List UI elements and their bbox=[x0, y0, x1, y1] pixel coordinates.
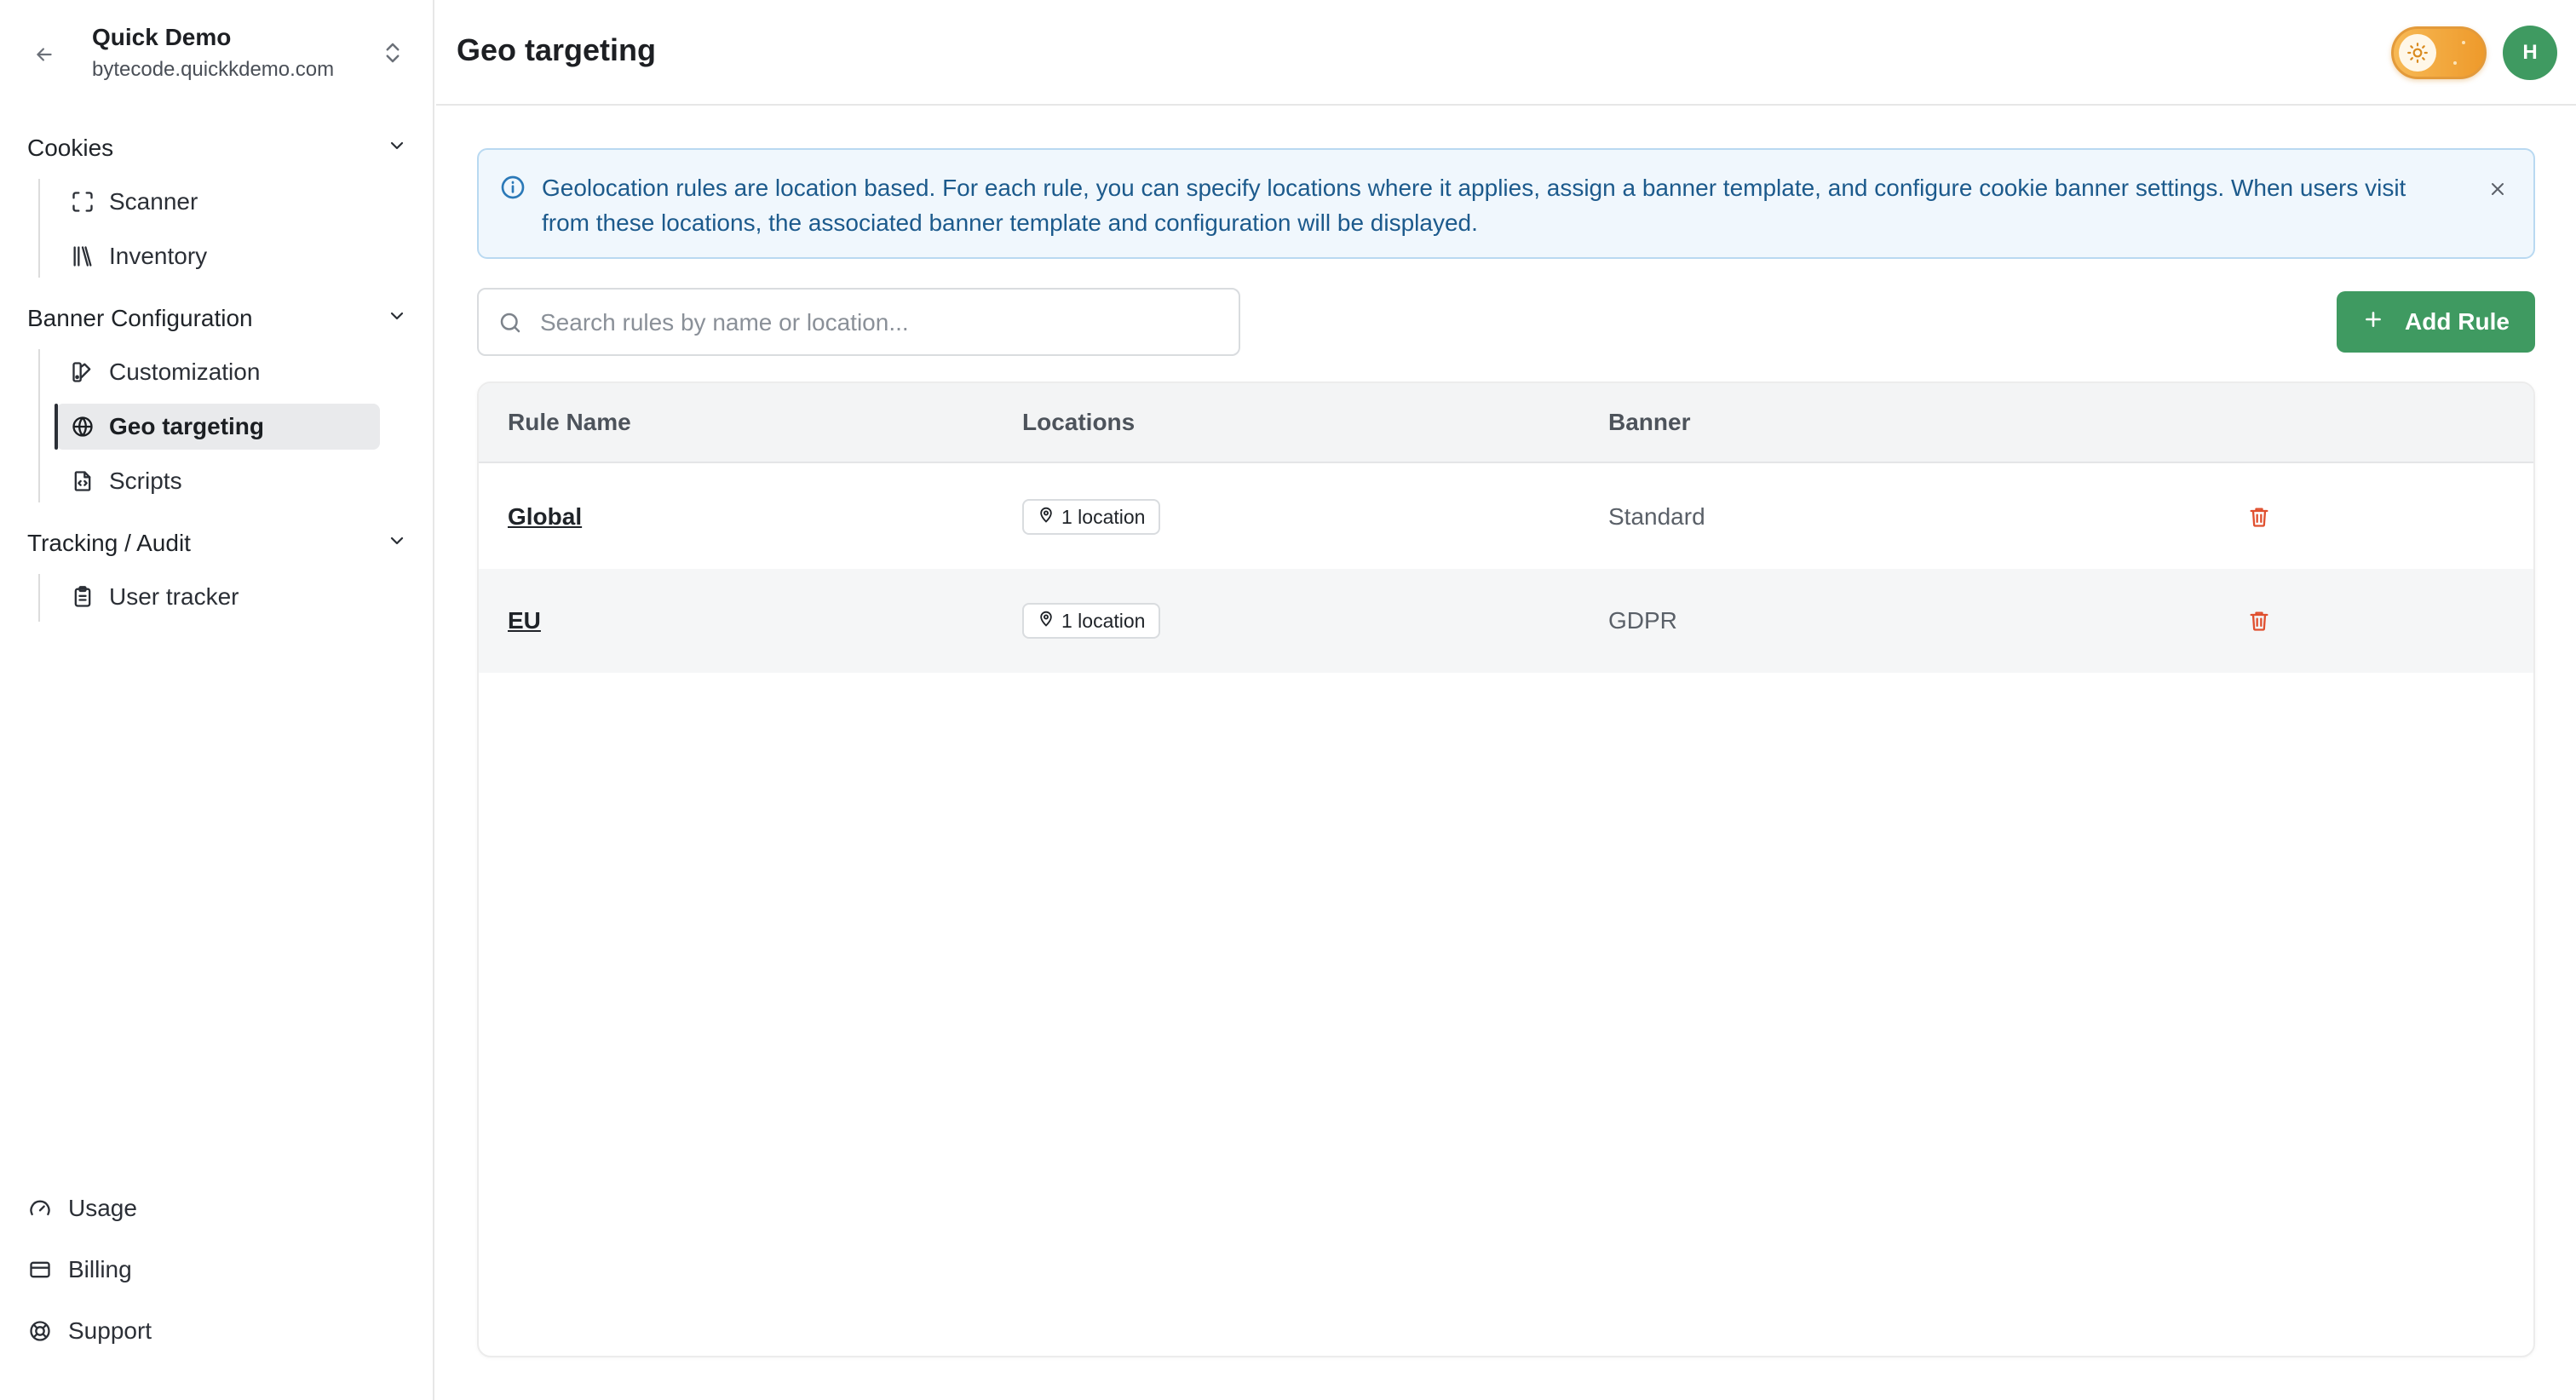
clipboard-icon bbox=[70, 584, 95, 610]
column-header-banner: Banner bbox=[1608, 409, 1691, 435]
column-header-rule-name: Rule Name bbox=[508, 409, 631, 435]
sidebar-item-label: Scripts bbox=[109, 468, 182, 494]
location-badge[interactable]: 1 location bbox=[1022, 499, 1161, 535]
trash-icon[interactable] bbox=[2242, 604, 2276, 638]
chevron-down-icon bbox=[387, 530, 407, 557]
sidebar-item-label: Support bbox=[68, 1317, 152, 1344]
sidebar-item-customization[interactable]: Customization bbox=[56, 349, 380, 395]
rule-name-link[interactable]: Global bbox=[508, 503, 582, 531]
nav-group-banner-configuration[interactable]: Banner Configuration bbox=[27, 300, 407, 337]
rules-table: Rule Name Locations Banner Global 1 loca… bbox=[477, 382, 2535, 1357]
decorative-dot bbox=[2453, 61, 2457, 65]
search-input[interactable] bbox=[540, 301, 1222, 344]
table-header: Rule Name Locations Banner bbox=[479, 383, 2533, 463]
workspace-header: Quick Demo bytecode.quickkdemo.com bbox=[0, 0, 433, 106]
map-pin-icon bbox=[1038, 610, 1055, 633]
decorative-dot bbox=[2462, 41, 2465, 44]
sidebar-item-usage[interactable]: Usage bbox=[27, 1187, 368, 1230]
sidebar-item-scripts[interactable]: Scripts bbox=[56, 458, 380, 504]
page-title: Geo targeting bbox=[457, 32, 657, 67]
sidebar-item-label: User tracker bbox=[109, 583, 239, 610]
sidebar-item-label: Inventory bbox=[109, 243, 208, 269]
sidebar-item-billing[interactable]: Billing bbox=[27, 1248, 368, 1291]
sidebar-item-user-tracker[interactable]: User tracker bbox=[56, 574, 380, 620]
map-pin-icon bbox=[1038, 506, 1055, 529]
sidebar-item-support[interactable]: Support bbox=[27, 1310, 368, 1352]
column-header-locations: Locations bbox=[1022, 409, 1136, 435]
close-icon[interactable] bbox=[2481, 172, 2515, 206]
theme-toggle[interactable] bbox=[2391, 26, 2487, 79]
add-rule-label: Add Rule bbox=[2405, 308, 2510, 335]
add-rule-button[interactable]: Add Rule bbox=[2337, 291, 2535, 353]
banner-value: GDPR bbox=[1608, 607, 1677, 634]
avatar[interactable]: H bbox=[2503, 26, 2557, 80]
nav-group-cookies[interactable]: Cookies bbox=[27, 129, 407, 167]
rule-name-link[interactable]: EU bbox=[508, 607, 541, 634]
sidebar-item-label: Usage bbox=[68, 1195, 137, 1221]
workspace-domain: bytecode.quickkdemo.com bbox=[92, 58, 335, 81]
nav-group-line bbox=[38, 574, 40, 622]
nav-group-tracking-audit[interactable]: Tracking / Audit bbox=[27, 525, 407, 562]
nav-group-line bbox=[38, 349, 40, 502]
gauge-icon bbox=[27, 1196, 53, 1221]
search-icon bbox=[497, 310, 525, 337]
nav-group-line bbox=[38, 179, 40, 278]
life-buoy-icon bbox=[27, 1318, 53, 1344]
back-arrow-icon[interactable] bbox=[27, 37, 61, 72]
info-text: Geolocation rules are location based. Fo… bbox=[542, 175, 2406, 236]
info-icon bbox=[499, 174, 526, 201]
location-badge[interactable]: 1 location bbox=[1022, 603, 1161, 639]
globe-icon bbox=[70, 414, 95, 439]
sun-icon bbox=[2399, 34, 2436, 72]
sidebar-item-inventory[interactable]: Inventory bbox=[56, 233, 380, 279]
chevron-down-icon bbox=[387, 135, 407, 162]
location-count: 1 location bbox=[1061, 505, 1146, 528]
sidebar-item-label: Geo targeting bbox=[109, 413, 265, 439]
search-field bbox=[477, 288, 1240, 356]
sidebar-item-label: Customization bbox=[109, 359, 261, 385]
sidebar: Quick Demo bytecode.quickkdemo.com Cooki… bbox=[0, 0, 434, 1400]
topbar: Geo targeting H bbox=[436, 0, 2576, 106]
trash-icon[interactable] bbox=[2242, 500, 2276, 534]
location-count: 1 location bbox=[1061, 609, 1146, 632]
sidebar-item-scanner[interactable]: Scanner bbox=[56, 179, 380, 225]
credit-card-icon bbox=[27, 1257, 53, 1282]
nav-group-label: Cookies bbox=[27, 135, 114, 161]
nav-group-label: Banner Configuration bbox=[27, 305, 253, 331]
file-code-icon bbox=[70, 468, 95, 494]
palette-icon bbox=[70, 359, 95, 385]
library-icon bbox=[70, 244, 95, 269]
info-banner: Geolocation rules are location based. Fo… bbox=[477, 148, 2535, 259]
banner-value: Standard bbox=[1608, 503, 1705, 530]
chevrons-up-down-icon[interactable] bbox=[380, 34, 405, 72]
sidebar-item-label: Billing bbox=[68, 1256, 132, 1282]
sidebar-item-geo-targeting[interactable]: Geo targeting bbox=[55, 404, 380, 450]
workspace-name[interactable]: Quick Demo bbox=[92, 24, 231, 51]
chevron-down-icon bbox=[387, 305, 407, 332]
table-row: Global 1 location Standard bbox=[479, 465, 2533, 569]
nav-group-label: Tracking / Audit bbox=[27, 530, 191, 556]
plus-icon bbox=[2362, 308, 2384, 336]
table-row: EU 1 location GDPR bbox=[479, 569, 2533, 673]
sidebar-item-label: Scanner bbox=[109, 188, 198, 215]
scan-icon bbox=[70, 189, 95, 215]
